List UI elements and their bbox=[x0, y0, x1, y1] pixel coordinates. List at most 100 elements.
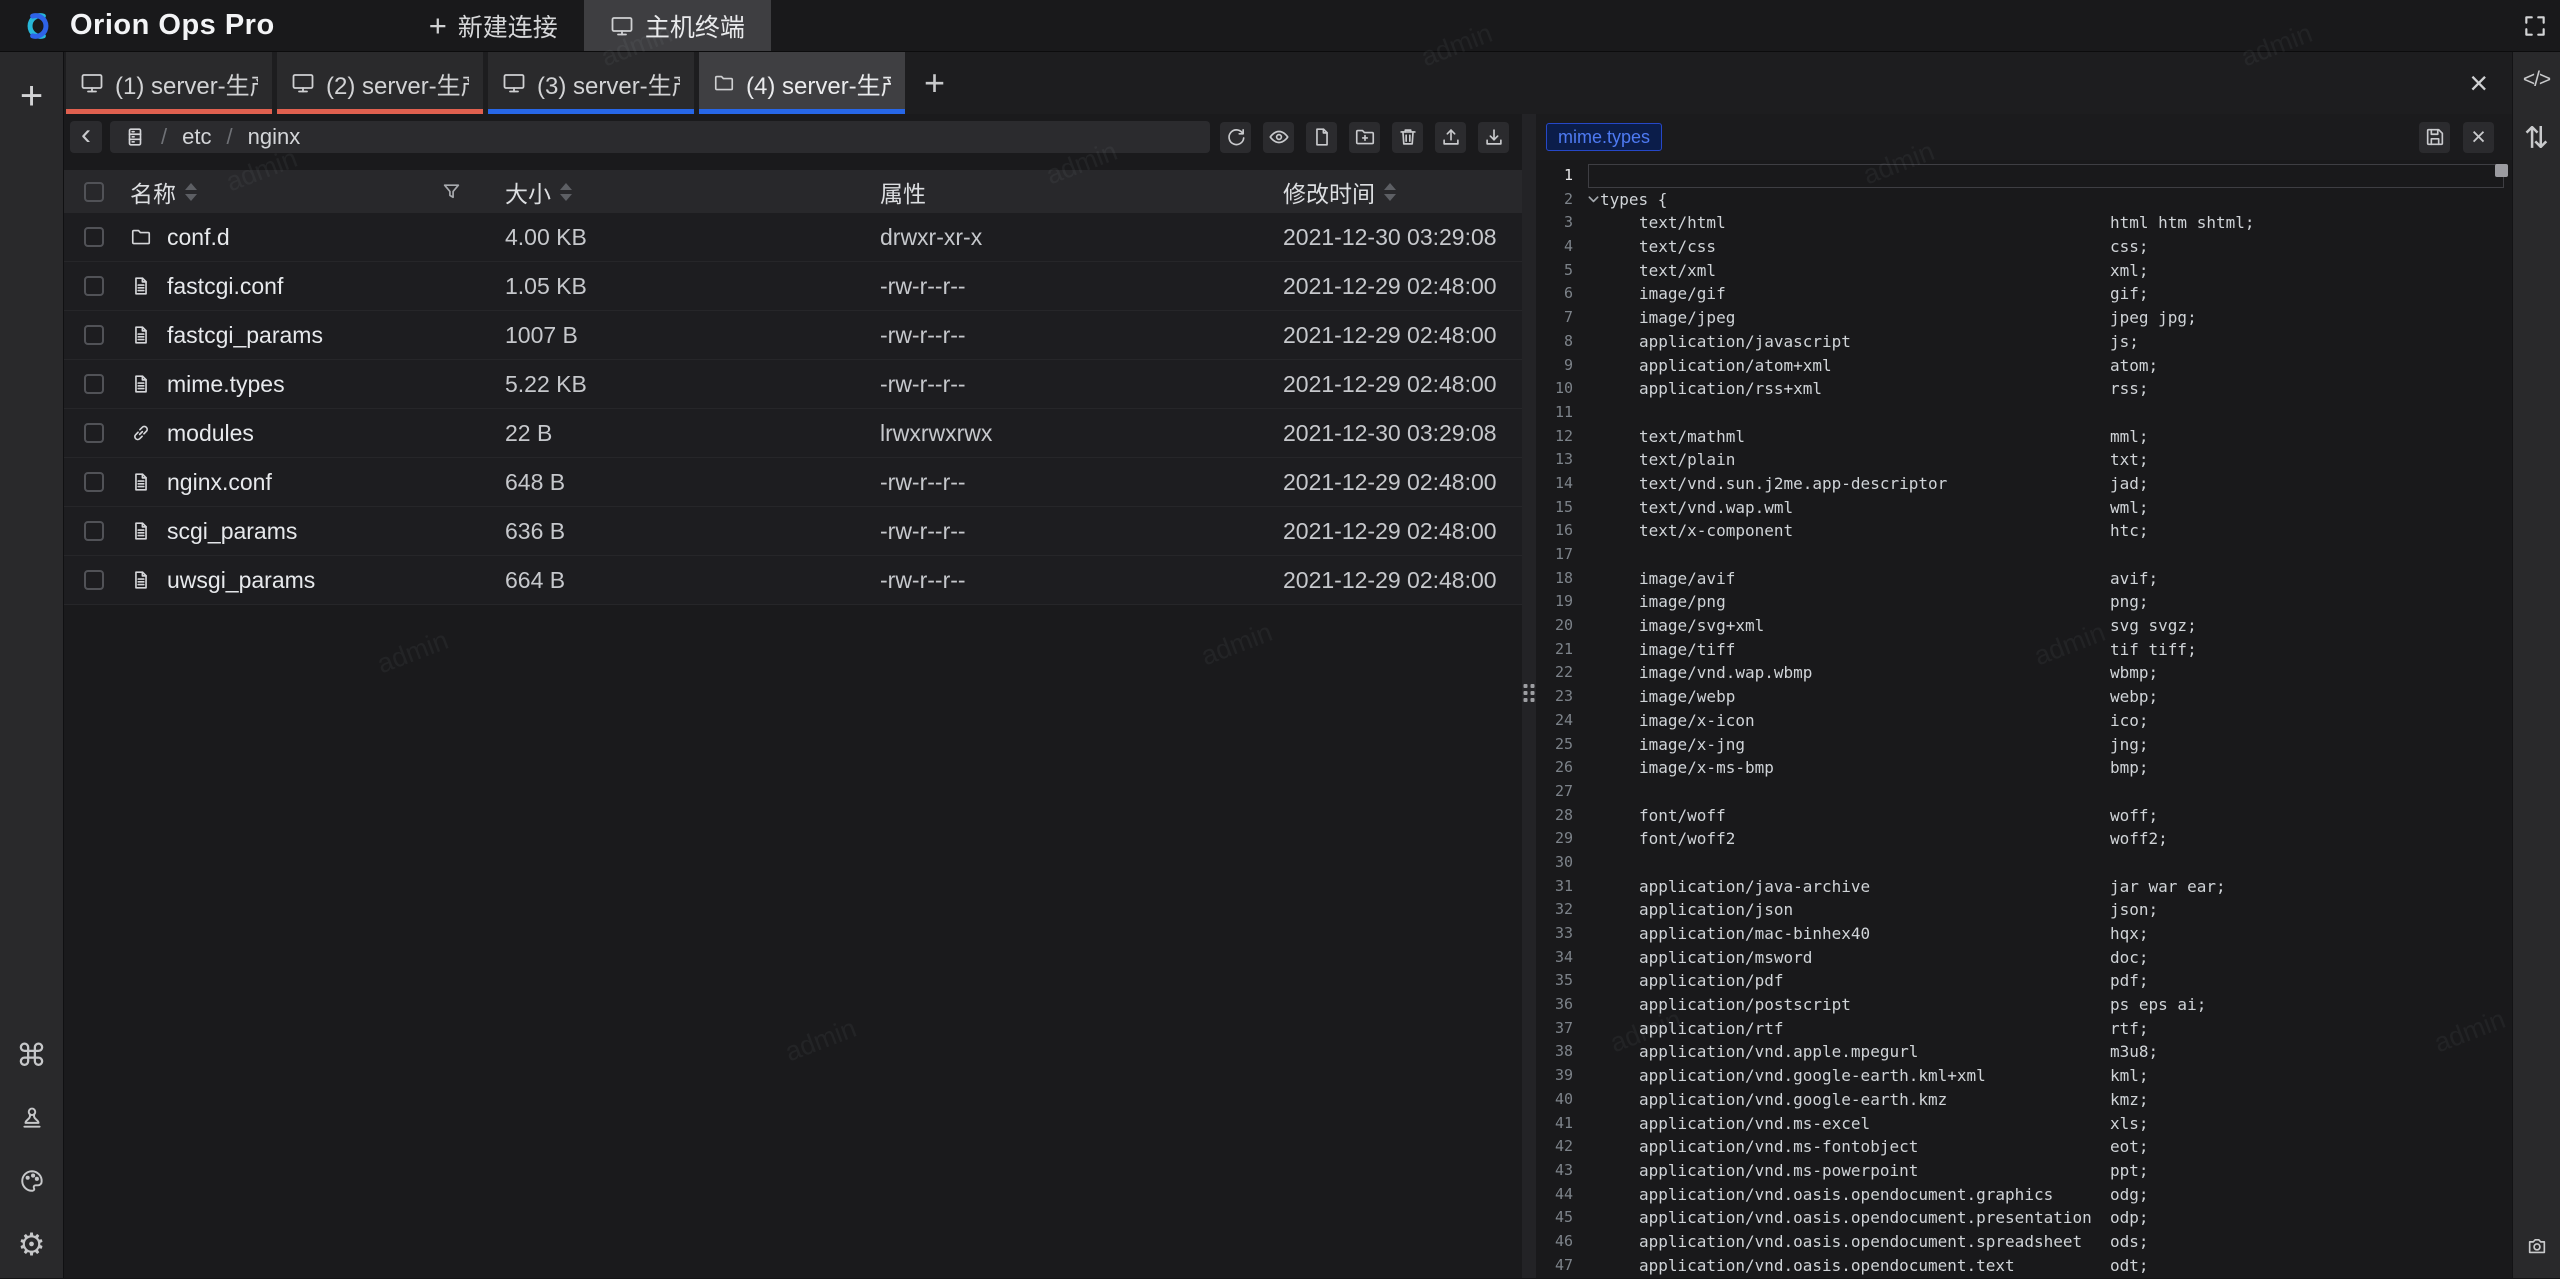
file-name[interactable]: conf.d bbox=[167, 224, 230, 251]
editor-line[interactable]: 11 bbox=[1536, 401, 2512, 425]
editor-line[interactable]: 17 bbox=[1536, 543, 2512, 567]
file-row[interactable]: uwsgi_params664 B-rw-r--r--2021-12-29 02… bbox=[64, 556, 1522, 605]
editor-line[interactable]: 1 bbox=[1536, 164, 2512, 188]
editor-line[interactable]: 31application/java-archivejar war ear; bbox=[1536, 875, 2512, 899]
row-checkbox[interactable] bbox=[64, 325, 130, 345]
editor-line[interactable]: 35application/pdfpdf; bbox=[1536, 969, 2512, 993]
new-folder-button[interactable] bbox=[1349, 122, 1380, 153]
menu-host-terminal[interactable]: 主机终端 bbox=[584, 0, 771, 51]
editor-line[interactable]: 2types { bbox=[1536, 188, 2512, 212]
editor-line[interactable]: 14text/vnd.sun.j2me.app-descriptorjad; bbox=[1536, 472, 2512, 496]
editor-line[interactable]: 7image/jpegjpeg jpg; bbox=[1536, 306, 2512, 330]
sidebar-add-button[interactable]: + bbox=[20, 76, 43, 116]
editor-line[interactable]: 25image/x-jngjng; bbox=[1536, 733, 2512, 757]
code-icon[interactable]: </> bbox=[2519, 62, 2555, 98]
stamp-icon[interactable] bbox=[14, 1100, 50, 1136]
editor-line[interactable]: 34application/msworddoc; bbox=[1536, 946, 2512, 970]
filter-icon[interactable] bbox=[442, 182, 461, 201]
file-name[interactable]: mime.types bbox=[167, 371, 285, 398]
breadcrumb-segment[interactable]: etc bbox=[182, 124, 211, 150]
editor-line[interactable]: 28font/woffwoff; bbox=[1536, 804, 2512, 828]
editor-line[interactable]: 41application/vnd.ms-excelxls; bbox=[1536, 1112, 2512, 1136]
save-icon[interactable] bbox=[2419, 122, 2450, 153]
editor-line[interactable]: 33application/mac-binhex40hqx; bbox=[1536, 922, 2512, 946]
menu-new-connection[interactable]: + 新建连接 bbox=[403, 0, 584, 51]
editor-line[interactable]: 43application/vnd.ms-powerpointppt; bbox=[1536, 1159, 2512, 1183]
refresh-button[interactable] bbox=[1220, 122, 1251, 153]
file-row[interactable]: fastcgi.conf1.05 KB-rw-r--r--2021-12-29 … bbox=[64, 262, 1522, 311]
editor-line[interactable]: 40application/vnd.google-earth.kmzkmz; bbox=[1536, 1088, 2512, 1112]
close-tabs-icon[interactable]: × bbox=[2469, 52, 2488, 114]
editor-line[interactable]: 9application/atom+xmlatom; bbox=[1536, 354, 2512, 378]
terminal-tab[interactable]: (3) server-生产-2 bbox=[488, 52, 694, 114]
file-row[interactable]: mime.types5.22 KB-rw-r--r--2021-12-29 02… bbox=[64, 360, 1522, 409]
fold-chevron-icon[interactable] bbox=[1586, 188, 1600, 212]
editor-line[interactable]: 37application/rtfrtf; bbox=[1536, 1017, 2512, 1041]
editor-line[interactable]: 39application/vnd.google-earth.kml+xmlkm… bbox=[1536, 1064, 2512, 1088]
editor-line[interactable]: 19image/pngpng; bbox=[1536, 590, 2512, 614]
select-all-checkbox[interactable] bbox=[64, 182, 130, 202]
close-editor-icon[interactable]: × bbox=[2463, 122, 2494, 153]
editor-line[interactable]: 29font/woff2woff2; bbox=[1536, 827, 2512, 851]
editor-line[interactable]: 18image/avifavif; bbox=[1536, 567, 2512, 591]
file-row[interactable]: conf.d4.00 KBdrwxr-xr-x2021-12-30 03:29:… bbox=[64, 213, 1522, 262]
download-button[interactable] bbox=[1478, 122, 1509, 153]
editor-line[interactable]: 45application/vnd.oasis.opendocument.pre… bbox=[1536, 1206, 2512, 1230]
breadcrumb[interactable]: / etc / nginx bbox=[110, 121, 1210, 153]
editor-line[interactable]: 46application/vnd.oasis.opendocument.spr… bbox=[1536, 1230, 2512, 1254]
editor-line[interactable]: 42application/vnd.ms-fontobjecteot; bbox=[1536, 1135, 2512, 1159]
row-checkbox[interactable] bbox=[64, 276, 130, 296]
terminal-tab[interactable]: (2) server-生产-1 bbox=[277, 52, 483, 114]
file-row[interactable]: modules22 Blrwxrwxrwx2021-12-30 03:29:08 bbox=[64, 409, 1522, 458]
editor-line[interactable]: 10application/rss+xmlrss; bbox=[1536, 377, 2512, 401]
editor-file-tab[interactable]: mime.types bbox=[1546, 123, 1662, 151]
add-tab-button[interactable]: + bbox=[924, 52, 945, 114]
sort-toggle[interactable] bbox=[560, 183, 572, 201]
editor-line[interactable]: 38application/vnd.apple.mpegurlm3u8; bbox=[1536, 1040, 2512, 1064]
terminal-tab[interactable]: (4) server-生产-2 bbox=[699, 52, 905, 114]
row-checkbox[interactable] bbox=[64, 570, 130, 590]
editor-line[interactable]: 32application/jsonjson; bbox=[1536, 898, 2512, 922]
delete-button[interactable] bbox=[1392, 122, 1423, 153]
panel-splitter[interactable] bbox=[1522, 114, 1536, 1278]
sort-toggle[interactable] bbox=[185, 183, 197, 201]
editor-line[interactable]: 26image/x-ms-bmpbmp; bbox=[1536, 756, 2512, 780]
editor-line[interactable]: 13text/plaintxt; bbox=[1536, 448, 2512, 472]
file-name[interactable]: fastcgi.conf bbox=[167, 273, 283, 300]
file-row[interactable]: scgi_params636 B-rw-r--r--2021-12-29 02:… bbox=[64, 507, 1522, 556]
editor-line[interactable]: 16text/x-componenthtc; bbox=[1536, 519, 2512, 543]
upload-button[interactable] bbox=[1435, 122, 1466, 153]
editor-line[interactable]: 23image/webpwebp; bbox=[1536, 685, 2512, 709]
editor-line[interactable]: 6image/gifgif; bbox=[1536, 282, 2512, 306]
file-name[interactable]: uwsgi_params bbox=[167, 567, 315, 594]
editor-line[interactable]: 20image/svg+xmlsvg svgz; bbox=[1536, 614, 2512, 638]
row-checkbox[interactable] bbox=[64, 521, 130, 541]
editor-line[interactable]: 44application/vnd.oasis.opendocument.gra… bbox=[1536, 1183, 2512, 1207]
screenshot-icon[interactable] bbox=[2519, 1228, 2555, 1264]
row-checkbox[interactable] bbox=[64, 227, 130, 247]
editor-line[interactable]: 22image/vnd.wap.wbmpwbmp; bbox=[1536, 661, 2512, 685]
editor-line[interactable]: 27 bbox=[1536, 780, 2512, 804]
preview-button[interactable] bbox=[1263, 122, 1294, 153]
editor-line[interactable]: 47application/vnd.oasis.opendocument.tex… bbox=[1536, 1254, 2512, 1278]
palette-icon[interactable] bbox=[14, 1163, 50, 1199]
fullscreen-icon[interactable] bbox=[2522, 13, 2548, 39]
sort-toggle[interactable] bbox=[1384, 183, 1396, 201]
file-name[interactable]: fastcgi_params bbox=[167, 322, 323, 349]
file-row[interactable]: nginx.conf648 B-rw-r--r--2021-12-29 02:4… bbox=[64, 458, 1522, 507]
editor-line[interactable]: 8application/javascriptjs; bbox=[1536, 330, 2512, 354]
editor-line[interactable]: 3text/htmlhtml htm shtml; bbox=[1536, 211, 2512, 235]
editor-line[interactable]: 30 bbox=[1536, 851, 2512, 875]
editor-line[interactable]: 36application/postscriptps eps ai; bbox=[1536, 993, 2512, 1017]
settings-icon[interactable]: ⚙ bbox=[14, 1226, 50, 1262]
editor-line[interactable]: 12text/mathmlmml; bbox=[1536, 425, 2512, 449]
terminal-tab[interactable]: (1) server-生产-1 bbox=[66, 52, 272, 114]
new-file-button[interactable] bbox=[1306, 122, 1337, 153]
editor-line[interactable]: 4text/csscss; bbox=[1536, 235, 2512, 259]
editor-line[interactable]: 21image/tifftif tiff; bbox=[1536, 638, 2512, 662]
breadcrumb-segment[interactable]: nginx bbox=[248, 124, 301, 150]
file-row[interactable]: fastcgi_params1007 B-rw-r--r--2021-12-29… bbox=[64, 311, 1522, 360]
command-icon[interactable]: ⌘ bbox=[14, 1037, 50, 1073]
file-name[interactable]: modules bbox=[167, 420, 254, 447]
row-checkbox[interactable] bbox=[64, 472, 130, 492]
